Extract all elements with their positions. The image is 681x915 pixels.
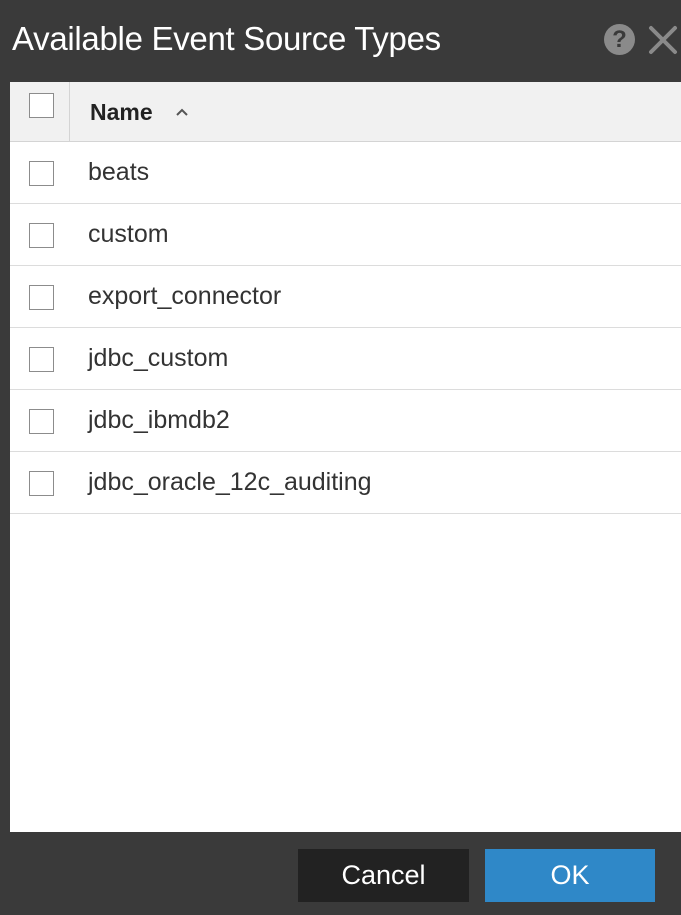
row-name: beats [88, 158, 150, 186]
row-checkbox[interactable] [29, 409, 54, 434]
row-checkbox[interactable] [29, 347, 54, 372]
close-icon[interactable] [645, 22, 681, 58]
row-name: jdbc_ibmdb2 [88, 406, 230, 434]
table-row[interactable]: beats [10, 142, 681, 204]
help-icon[interactable]: ? [604, 24, 635, 55]
dialog-body: Name beats custom export_connector jdbc_… [10, 82, 681, 832]
dialog-footer: Cancel OK [0, 832, 681, 915]
table-row[interactable]: export_connector [10, 266, 681, 328]
table-header-row: Name [10, 82, 681, 142]
row-name: jdbc_custom [88, 344, 229, 372]
ok-button[interactable]: OK [485, 849, 655, 902]
column-header-name[interactable]: Name [90, 99, 153, 126]
row-checkbox[interactable] [29, 285, 54, 310]
table-row[interactable]: jdbc_custom [10, 328, 681, 390]
row-name: custom [88, 220, 169, 248]
row-checkbox[interactable] [29, 223, 54, 248]
row-name: export_connector [88, 282, 282, 310]
table-row[interactable]: jdbc_oracle_12c_auditing [10, 452, 681, 514]
select-all-cell [10, 82, 70, 141]
table-row[interactable]: jdbc_ibmdb2 [10, 390, 681, 452]
table-row[interactable]: custom [10, 204, 681, 266]
sort-ascending-icon[interactable] [174, 104, 190, 120]
row-checkbox[interactable] [29, 471, 54, 496]
row-checkbox[interactable] [29, 161, 54, 186]
cancel-button[interactable]: Cancel [298, 849, 469, 902]
dialog-titlebar: Available Event Source Types ? [0, 0, 681, 82]
select-all-checkbox[interactable] [29, 93, 54, 118]
event-source-types-dialog: Available Event Source Types ? Name beat… [0, 0, 681, 915]
row-name: jdbc_oracle_12c_auditing [88, 468, 372, 496]
dialog-title: Available Event Source Types [12, 20, 441, 57]
